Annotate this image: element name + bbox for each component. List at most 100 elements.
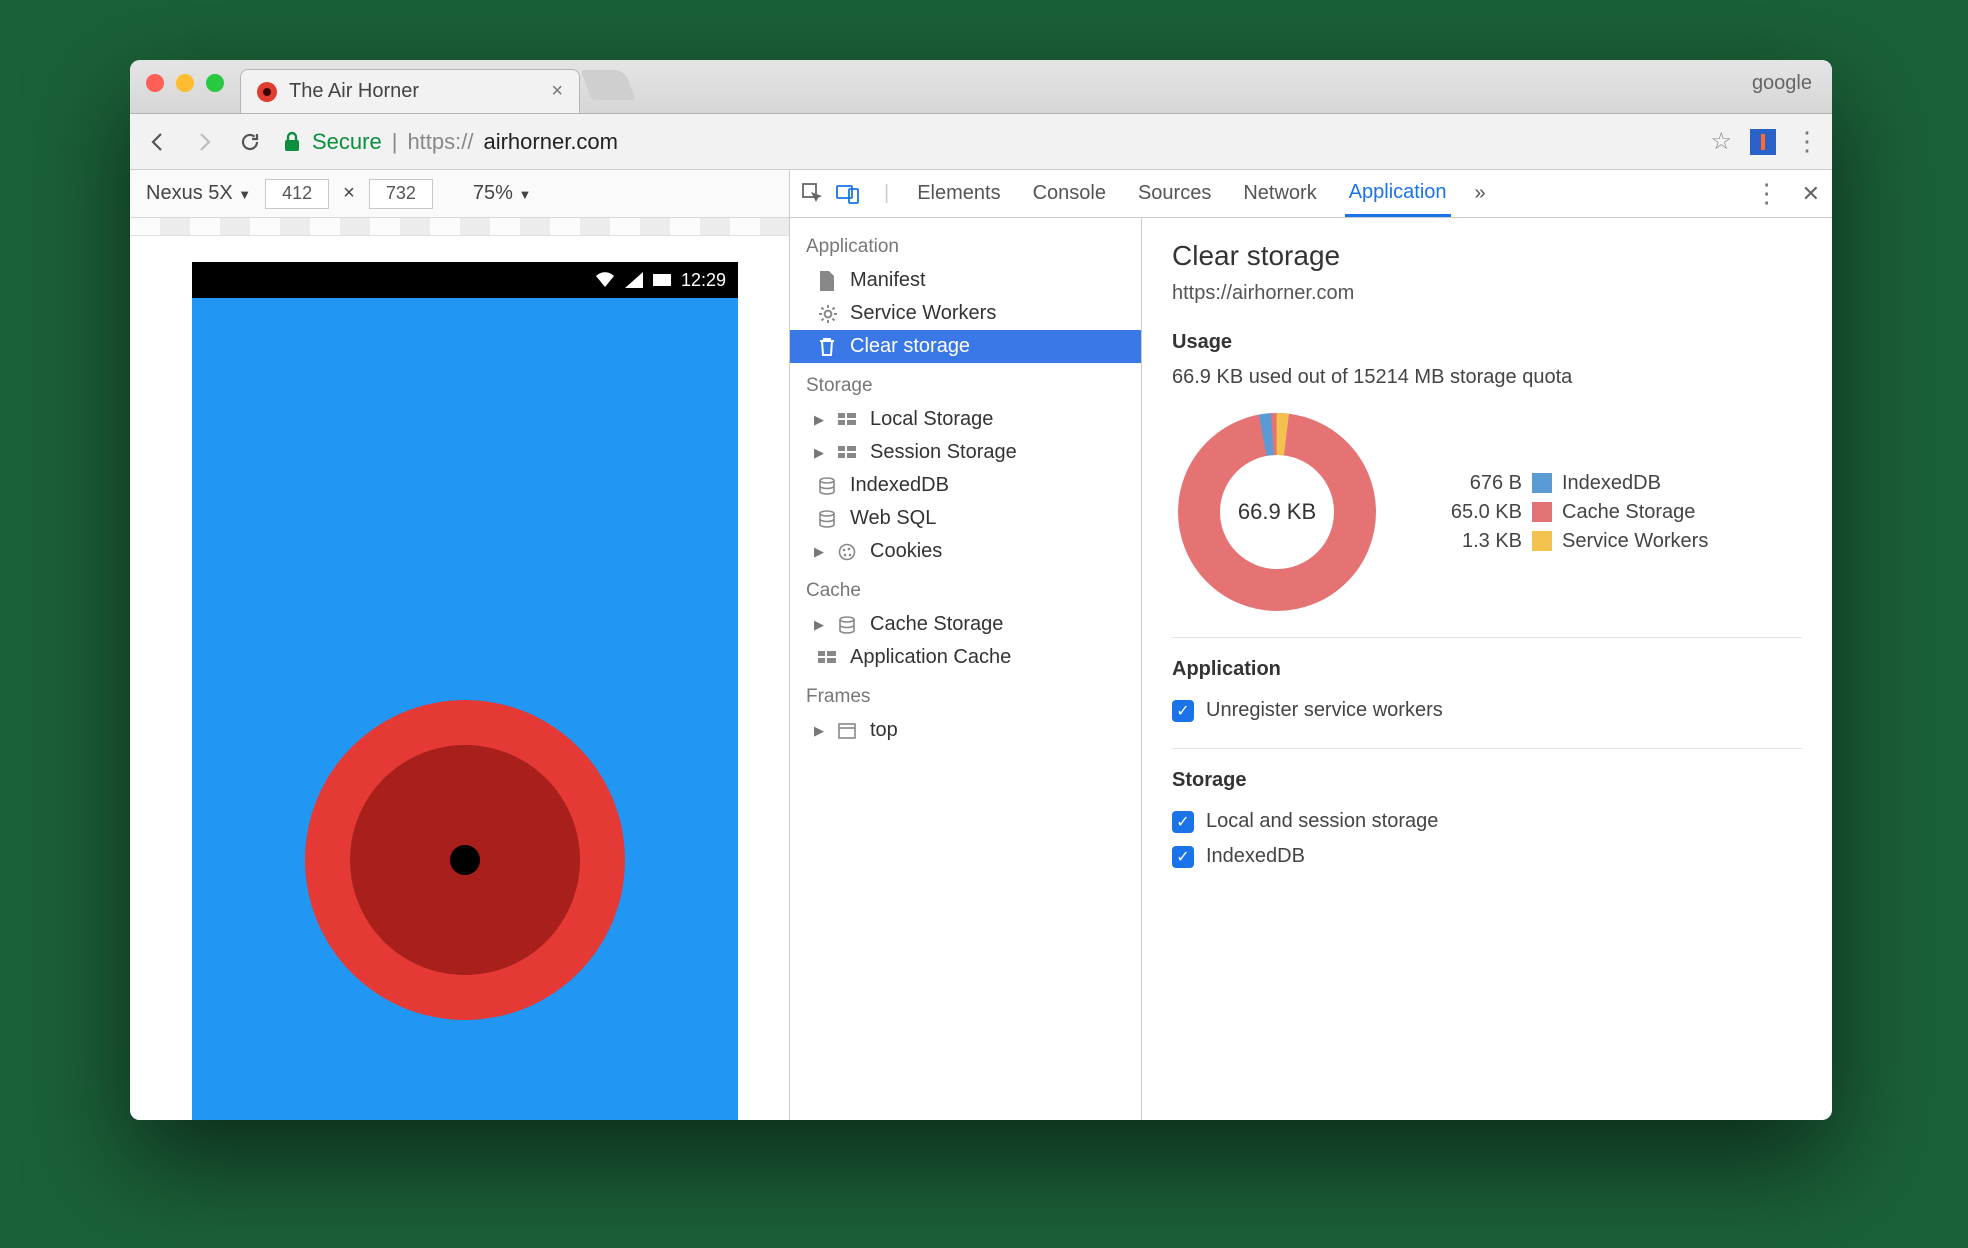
browser-tab[interactable]: The Air Horner × xyxy=(240,69,580,113)
sidebar-header-cache: Cache xyxy=(790,568,1141,608)
device-frame: 12:29 xyxy=(192,262,738,1120)
preview-area: 12:29 xyxy=(130,218,789,1120)
back-button[interactable] xyxy=(144,128,172,156)
devtools-close-button[interactable]: ✕ xyxy=(1802,181,1820,207)
lock-icon xyxy=(282,131,302,153)
page-title: Clear storage xyxy=(1172,240,1802,272)
title-bar: The Air Horner × google xyxy=(130,60,1832,114)
sidebar-item-indexeddb[interactable]: IndexedDB xyxy=(790,469,1141,502)
phone-screen[interactable] xyxy=(192,298,738,1120)
wifi-icon xyxy=(595,272,615,288)
swatch-icon xyxy=(1532,473,1552,493)
secure-label: Secure xyxy=(312,129,382,155)
checkbox-local-session[interactable]: ✓ Local and session storage xyxy=(1172,804,1802,839)
database-icon xyxy=(838,616,860,634)
database-icon xyxy=(818,477,840,495)
main-area: Nexus 5X ▼ × 75% ▼ xyxy=(130,170,1832,1120)
device-width-input[interactable] xyxy=(265,179,329,209)
swatch-icon xyxy=(1532,502,1552,522)
sidebar-item-cookies[interactable]: ▶ Cookies xyxy=(790,535,1141,568)
usage-legend: 676 B IndexedDB 65.0 KB Cache Storage xyxy=(1432,472,1708,553)
window-controls xyxy=(146,74,224,92)
ruler xyxy=(130,218,789,236)
chevron-right-icon: ▶ xyxy=(814,723,828,739)
sidebar-item-local-storage[interactable]: ▶ Local Storage xyxy=(790,403,1141,436)
checkbox-checked-icon: ✓ xyxy=(1172,811,1194,833)
tab-application[interactable]: Application xyxy=(1345,170,1451,217)
sidebar-header-frames: Frames xyxy=(790,674,1141,714)
tab-title: The Air Horner xyxy=(289,80,419,103)
airhorn-button[interactable] xyxy=(305,700,625,1020)
tab-favicon-icon xyxy=(257,82,277,102)
origin-url: https://airhorner.com xyxy=(1172,282,1802,305)
address-field[interactable]: Secure | https://airhorner.com xyxy=(282,129,618,155)
url-host: airhorner.com xyxy=(483,129,618,155)
storage-section-header: Storage xyxy=(1172,769,1802,792)
phone-status-bar: 12:29 xyxy=(192,262,738,298)
maximize-window-button[interactable] xyxy=(206,74,224,92)
donut-center-label: 66.9 KB xyxy=(1172,407,1382,617)
address-bar: Secure | https://airhorner.com ☆ ⋮ xyxy=(130,114,1832,170)
cookie-icon xyxy=(838,543,860,561)
sidebar-header-application: Application xyxy=(790,224,1141,264)
phone-clock: 12:29 xyxy=(681,270,726,291)
document-icon xyxy=(818,271,840,291)
swatch-icon xyxy=(1532,531,1552,551)
checkbox-unregister-sw[interactable]: ✓ Unregister service workers xyxy=(1172,693,1802,728)
legend-row-indexeddb: 676 B IndexedDB xyxy=(1432,472,1708,495)
checkbox-checked-icon: ✓ xyxy=(1172,700,1194,722)
device-height-input[interactable] xyxy=(369,179,433,209)
close-window-button[interactable] xyxy=(146,74,164,92)
new-tab-button[interactable] xyxy=(581,70,636,100)
signal-icon xyxy=(625,272,643,288)
browser-menu-button[interactable]: ⋮ xyxy=(1794,126,1818,157)
airhorn-dot-icon xyxy=(450,845,480,875)
tab-elements[interactable]: Elements xyxy=(913,170,1004,217)
sidebar-item-cache-storage[interactable]: ▶ Cache Storage xyxy=(790,608,1141,641)
inspect-element-icon[interactable] xyxy=(802,183,824,205)
sidebar-item-session-storage[interactable]: ▶ Session Storage xyxy=(790,436,1141,469)
tab-console[interactable]: Console xyxy=(1029,170,1110,217)
usage-donut-chart: 66.9 KB xyxy=(1172,407,1382,617)
profile-label[interactable]: google xyxy=(1752,72,1812,95)
tab-sources[interactable]: Sources xyxy=(1134,170,1215,217)
close-tab-icon[interactable]: × xyxy=(551,80,563,103)
usage-header: Usage xyxy=(1172,331,1802,354)
forward-button[interactable] xyxy=(190,128,218,156)
bookmark-star-icon[interactable]: ☆ xyxy=(1710,127,1732,156)
sidebar-header-storage: Storage xyxy=(790,363,1141,403)
minimize-window-button[interactable] xyxy=(176,74,194,92)
reload-button[interactable] xyxy=(236,128,264,156)
zoom-select[interactable]: 75% ▼ xyxy=(473,182,531,205)
sidebar-item-web-sql[interactable]: Web SQL xyxy=(790,502,1141,535)
sidebar-item-top-frame[interactable]: ▶ top xyxy=(790,714,1141,747)
checkbox-indexeddb[interactable]: ✓ IndexedDB xyxy=(1172,839,1802,874)
clear-storage-detail: Clear storage https://airhorner.com Usag… xyxy=(1142,218,1832,1120)
device-toggle-icon[interactable] xyxy=(836,183,860,205)
extension-icon[interactable] xyxy=(1750,129,1776,155)
legend-row-cache-storage: 65.0 KB Cache Storage xyxy=(1432,501,1708,524)
checkbox-checked-icon: ✓ xyxy=(1172,846,1194,868)
devtools-panel: | Elements Console Sources Network Appli… xyxy=(790,170,1832,1120)
grid-icon xyxy=(838,446,860,460)
devtools-menu-button[interactable]: ⋮ xyxy=(1754,178,1778,209)
database-icon xyxy=(818,510,840,528)
grid-icon xyxy=(838,413,860,427)
trash-icon xyxy=(818,337,840,357)
chevron-right-icon: ▶ xyxy=(814,617,828,633)
sidebar-item-application-cache[interactable]: Application Cache xyxy=(790,641,1141,674)
url-separator: | xyxy=(392,129,398,155)
tab-network[interactable]: Network xyxy=(1239,170,1320,217)
airhorn-inner-icon xyxy=(350,745,580,975)
legend-row-service-workers: 1.3 KB Service Workers xyxy=(1432,530,1708,553)
sidebar-item-service-workers[interactable]: Service Workers xyxy=(790,297,1141,330)
application-section-header: Application xyxy=(1172,658,1802,681)
dim-separator: × xyxy=(343,182,355,205)
sidebar-item-clear-storage[interactable]: Clear storage xyxy=(790,330,1141,363)
device-preview-pane: Nexus 5X ▼ × 75% ▼ xyxy=(130,170,790,1120)
tabs-overflow-icon[interactable]: » xyxy=(1475,182,1486,205)
sidebar-item-manifest[interactable]: Manifest xyxy=(790,264,1141,297)
application-sidebar: Application Manifest Service Workers Cle… xyxy=(790,218,1142,1120)
device-select[interactable]: Nexus 5X ▼ xyxy=(146,182,251,205)
chevron-right-icon: ▶ xyxy=(814,544,828,560)
